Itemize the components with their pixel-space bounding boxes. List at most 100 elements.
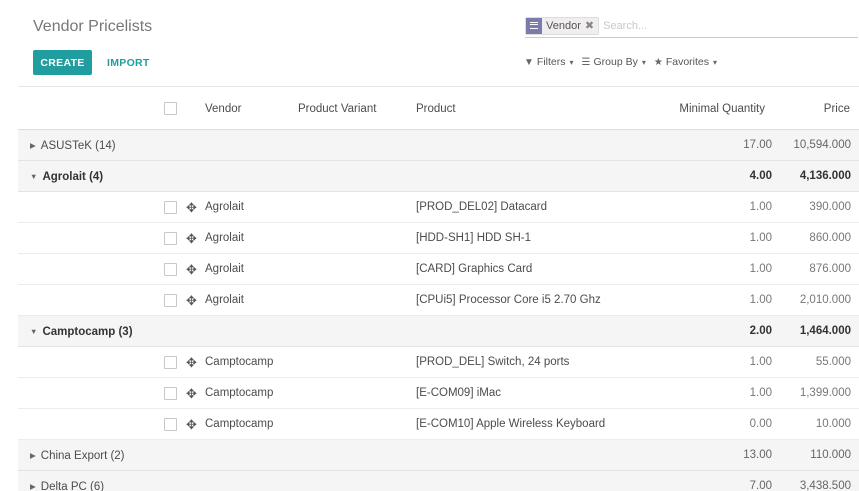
cell-vendor: Agrolait — [205, 263, 244, 275]
drag-handle-icon[interactable]: ✥ — [186, 378, 197, 409]
cell-product: [E-COM10] Apple Wireless Keyboard — [416, 418, 606, 430]
row-checkbox[interactable] — [164, 387, 177, 400]
cell-product: [E-COM09] iMac — [416, 387, 501, 399]
filters-dropdown[interactable]: ▼ Filters ▾ — [524, 56, 574, 68]
search-box[interactable]: Vendor ✖ — [525, 14, 858, 38]
table-row[interactable]: ✥ Camptocamp [E-COM10] Apple Wireless Keyb… — [18, 409, 859, 440]
import-button[interactable]: IMPORT — [99, 50, 158, 75]
cell-price: 2,010.000 — [799, 294, 851, 306]
cell-price: 1,399.000 — [799, 387, 851, 399]
group-by-icon — [526, 17, 542, 34]
bars-icon: ☰ — [581, 56, 591, 68]
caret-right-icon: ▶ — [30, 451, 36, 460]
cell-vendor: Agrolait — [205, 232, 244, 244]
column-product-variant[interactable]: Product Variant — [298, 87, 376, 131]
search-facet-vendor: Vendor ✖ — [525, 16, 600, 35]
control-panel: Vendor Pricelists Vendor ✖ CREATE IMPORT… — [0, 0, 859, 86]
column-vendor[interactable]: Vendor — [205, 87, 241, 131]
cell-minimal-quantity: 1.00 — [749, 356, 772, 368]
cell-price: 10.000 — [815, 418, 851, 430]
row-checkbox[interactable] — [164, 232, 177, 245]
group-quantity: 13.00 — [743, 449, 772, 461]
group-row[interactable]: ▶ China Export (2) 13.00 110.000 — [18, 440, 859, 471]
list-table: Vendor Product Variant Product Minimal Q… — [18, 86, 859, 491]
drag-handle-icon[interactable]: ✥ — [186, 409, 197, 440]
cell-product: [CPUi5] Processor Core i5 2.70 Ghz — [416, 294, 601, 306]
cell-minimal-quantity: 1.00 — [749, 201, 772, 213]
group-row[interactable]: ▼ Camptocamp (3) 2.00 1,464.000 — [18, 316, 859, 347]
group-row[interactable]: ▼ Agrolait (4) 4.00 4,136.000 — [18, 161, 859, 192]
group-label: ▼ Camptocamp (3) — [30, 316, 133, 347]
column-price[interactable]: Price — [824, 87, 850, 131]
group-label: ▼ Agrolait (4) — [30, 161, 103, 192]
drag-handle-icon[interactable]: ✥ — [186, 285, 197, 316]
caret-down-icon: ▾ — [569, 57, 574, 67]
table-row[interactable]: ✥ Agrolait [CPUi5] Processor Core i5 2.70 … — [18, 285, 859, 316]
facet-remove-icon[interactable]: ✖ — [585, 19, 598, 32]
page-title: Vendor Pricelists — [33, 18, 153, 35]
drag-handle-icon[interactable]: ✥ — [186, 223, 197, 254]
cell-vendor: Agrolait — [205, 294, 244, 306]
filter-icon: ▼ — [524, 56, 534, 68]
caret-down-icon: ▾ — [713, 57, 718, 67]
cell-vendor: Camptocamp — [205, 418, 274, 430]
row-checkbox[interactable] — [164, 294, 177, 307]
group-by-label: Group By — [593, 56, 638, 68]
row-checkbox[interactable] — [164, 201, 177, 214]
cell-minimal-quantity: 1.00 — [749, 294, 772, 306]
group-by-dropdown[interactable]: ☰ Group By ▾ — [582, 56, 646, 68]
caret-down-icon: ▾ — [641, 57, 646, 67]
group-quantity: 17.00 — [743, 139, 772, 151]
favorites-label: Favorites — [665, 56, 710, 68]
group-name: China Export (2) — [40, 450, 125, 462]
row-checkbox[interactable] — [164, 356, 177, 369]
group-price: 1,464.000 — [799, 325, 851, 337]
drag-handle-icon[interactable]: ✥ — [186, 192, 197, 223]
drag-handle-icon[interactable]: ✥ — [186, 347, 197, 378]
group-label: ▶ ASUSTeK (14) — [30, 130, 116, 161]
cell-vendor: Camptocamp — [205, 387, 274, 399]
cell-vendor: Agrolait — [205, 201, 244, 213]
group-quantity: 2.00 — [749, 325, 772, 337]
group-price: 3,438.500 — [799, 480, 851, 491]
cell-vendor: Camptocamp — [205, 356, 274, 368]
create-button[interactable]: CREATE — [33, 50, 92, 75]
group-row[interactable]: ▶ Delta PC (6) 7.00 3,438.500 — [18, 471, 859, 491]
group-quantity: 4.00 — [749, 170, 772, 182]
cell-product: [PROD_DEL] Switch, 24 ports — [416, 356, 570, 368]
group-name: Camptocamp (3) — [42, 326, 133, 338]
cell-product: [HDD-SH1] HDD SH-1 — [416, 232, 532, 244]
favorites-dropdown[interactable]: ★ Favorites ▾ — [654, 56, 717, 68]
table-row[interactable]: ✥ Agrolait [CARD] Graphics Card 1.00 876.000 — [18, 254, 859, 285]
row-checkbox[interactable] — [164, 418, 177, 431]
table-row[interactable]: ✥ Agrolait [HDD-SH1] HDD SH-1 1.00 860.000 — [18, 223, 859, 254]
group-price: 10,594.000 — [793, 139, 851, 151]
caret-down-icon: ▼ — [30, 327, 38, 336]
caret-right-icon: ▶ — [30, 482, 36, 491]
column-minimal-quantity[interactable]: Minimal Quantity — [679, 87, 765, 131]
cell-price: 55.000 — [815, 356, 851, 368]
cell-product: [CARD] Graphics Card — [416, 263, 533, 275]
table-body: ▶ ASUSTeK (14) 17.00 10,594.000 ▼ Agrolait (4… — [18, 130, 859, 491]
search-input[interactable] — [603, 19, 804, 32]
table-row[interactable]: ✥ Camptocamp [E-COM09] iMac 1.00 1,399.000 — [18, 378, 859, 409]
drag-handle-icon[interactable]: ✥ — [186, 254, 197, 285]
group-label: ▶ China Export (2) — [30, 440, 125, 471]
facet-value: Vendor — [546, 19, 581, 32]
group-label: ▶ Delta PC (6) — [30, 471, 104, 491]
select-all-checkbox[interactable] — [164, 102, 177, 115]
group-price: 110.000 — [810, 449, 851, 461]
group-name: Delta PC (6) — [40, 481, 105, 491]
group-quantity: 7.00 — [749, 480, 772, 491]
table-row[interactable]: ✥ Agrolait [PROD_DEL02] Datacard 1.00 390.00… — [18, 192, 859, 223]
group-price: 4,136.000 — [799, 170, 851, 182]
table-row[interactable]: ✥ Camptocamp [PROD_DEL] Switch, 24 ports 1.… — [18, 347, 859, 378]
table-header: Vendor Product Variant Product Minimal Q… — [18, 86, 859, 130]
cell-price: 860.000 — [809, 232, 851, 244]
group-row[interactable]: ▶ ASUSTeK (14) 17.00 10,594.000 — [18, 130, 859, 161]
cell-product: [PROD_DEL02] Datacard — [416, 201, 548, 213]
vendor-pricelists-view: Vendor Pricelists Vendor ✖ CREATE IMPORT… — [0, 0, 859, 491]
star-icon: ★ — [653, 56, 663, 68]
column-product[interactable]: Product — [416, 87, 456, 131]
row-checkbox[interactable] — [164, 263, 177, 276]
